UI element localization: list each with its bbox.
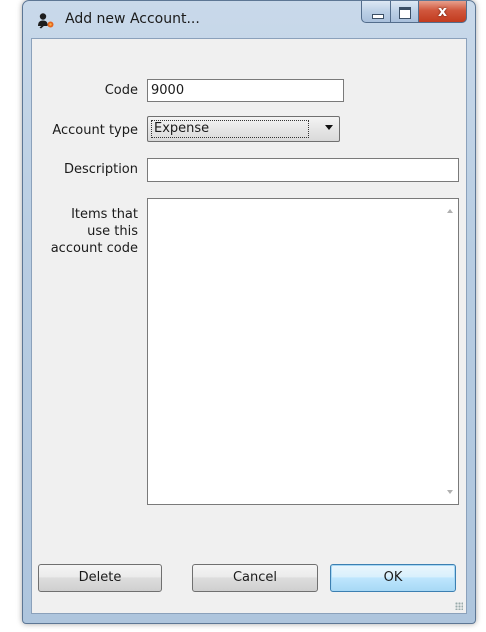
minimize-button[interactable] [361,1,391,23]
code-label: Code [104,83,138,98]
delete-button[interactable]: Delete [38,564,162,592]
code-input[interactable] [147,79,344,102]
account-type-select[interactable]: Expense [147,116,340,142]
resize-grip[interactable] [455,602,463,610]
window-title: Add new Account... [65,11,200,27]
items-label-line-1: Items that [71,207,138,222]
dialog-window: Add new Account... x Code Account type E… [22,0,476,624]
close-icon: x [437,4,448,20]
title-bar[interactable]: Add new Account... x [23,1,475,39]
close-button[interactable]: x [419,1,467,23]
account-type-value: Expense [151,120,309,138]
description-input[interactable] [147,158,459,182]
items-label-line-3: account code [50,241,138,256]
dialog-body: Code Account type Expense Description It… [31,38,467,614]
chevron-down-icon [325,125,333,130]
ok-button[interactable]: OK [330,564,456,592]
caption-buttons: x [361,1,467,25]
description-label: Description [63,162,138,177]
account-person-icon [38,13,54,29]
items-label: Items that use this account code [36,206,138,257]
scroll-down-icon[interactable] [447,490,453,494]
items-label-line-2: use this [87,224,138,239]
account-type-label: Account type [52,123,138,138]
maximize-button[interactable] [391,1,419,23]
items-list[interactable] [147,198,459,505]
scroll-up-icon[interactable] [447,209,453,213]
cancel-button[interactable]: Cancel [192,564,318,592]
